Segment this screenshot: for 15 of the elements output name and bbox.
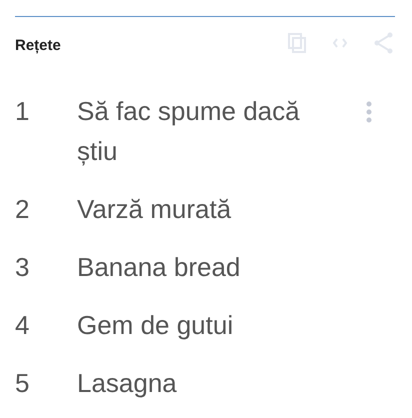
recipe-title[interactable]: Lasagna — [77, 363, 339, 403]
item-number: 2 — [15, 193, 30, 226]
item-number: 5 — [15, 367, 30, 400]
section-title: Rețete — [15, 36, 62, 54]
recipe-title[interactable]: Varză murată — [77, 189, 339, 229]
item-number: 1 — [15, 95, 30, 128]
item-number: 3 — [15, 251, 30, 284]
recipe-title[interactable]: Gem de gutui — [77, 305, 339, 345]
more-icon[interactable] — [365, 101, 373, 123]
recipe-title[interactable]: Să fac spume dacă știu — [77, 91, 339, 171]
code-icon[interactable] — [333, 37, 347, 49]
recipe-title[interactable]: Banana bread — [77, 247, 339, 287]
share-icon[interactable] — [373, 32, 393, 54]
copy-icon[interactable] — [287, 32, 307, 54]
item-number: 4 — [15, 309, 30, 342]
